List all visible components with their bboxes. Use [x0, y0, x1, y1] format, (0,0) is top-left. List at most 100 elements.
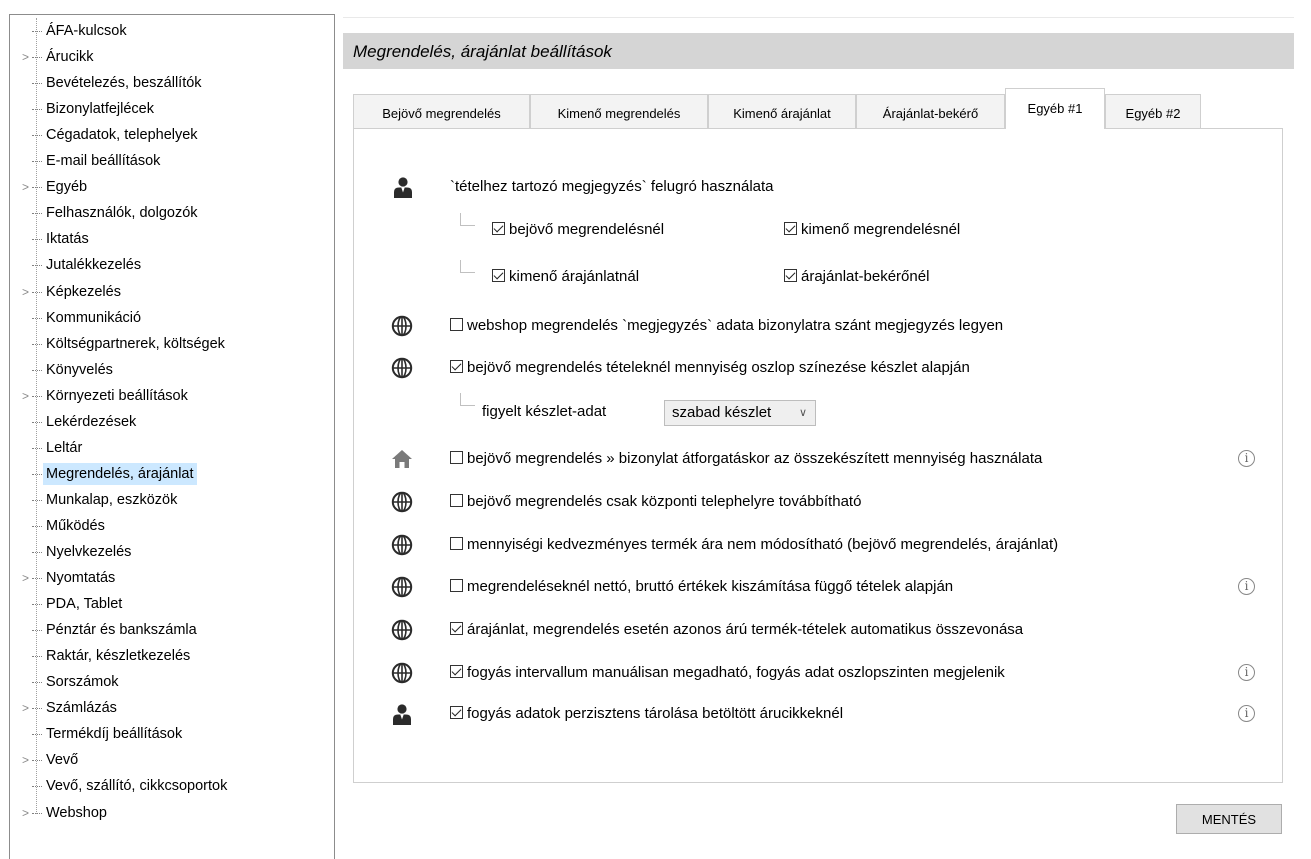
info-icon[interactable]: i	[1238, 705, 1255, 722]
home-icon	[392, 450, 412, 468]
sidebar-item[interactable]: Működés	[10, 515, 330, 537]
setting-row[interactable]: fogyás intervallum manuálisan megadható,…	[450, 661, 1005, 685]
top-divider	[343, 17, 1294, 18]
settings-tree: ÁFA-kulcsok > Árucikk Bevételezés, beszállí…	[9, 14, 335, 859]
setting-row[interactable]: mennyiségi kedvezményes termék ára nem m…	[450, 533, 1058, 557]
sidebar-item[interactable]: Felhasználók, dolgozók	[10, 202, 330, 224]
checkbox-unchecked[interactable]	[450, 494, 463, 507]
sidebar-item[interactable]: Bizonylatfejlécek	[10, 98, 330, 120]
sidebar-item[interactable]: Raktár, készletkezelés	[10, 645, 330, 667]
globe-icon	[391, 576, 413, 598]
sidebar-item-label: Kommunikáció	[46, 309, 142, 326]
sidebar-item[interactable]: > Nyomtatás	[10, 567, 330, 589]
checkbox-unchecked[interactable]	[450, 579, 463, 592]
sub-connector	[460, 260, 475, 273]
sidebar-item[interactable]: > Vevő	[10, 749, 330, 771]
sidebar-item[interactable]: Megrendelés, árajánlat	[10, 462, 330, 485]
stock-data-select[interactable]: szabad készlet ∨	[664, 400, 816, 426]
sidebar-item-label: Sorszámok	[46, 674, 119, 691]
tab-egyeb-1[interactable]: Egyéb #1	[1005, 88, 1105, 129]
sidebar-item[interactable]: > Számlázás	[10, 697, 330, 719]
tree-connector	[32, 265, 42, 267]
tree-connector	[32, 525, 42, 527]
tab-egyeb-2[interactable]: Egyéb #2	[1105, 94, 1201, 128]
tab-kimeno-megrendeles[interactable]: Kimenő megrendelés	[530, 94, 708, 128]
note-popup-option-outgoing[interactable]: kimenő megrendelésnél	[784, 218, 960, 242]
tab-arajanlat-bekero[interactable]: Árajánlat-bekérő	[856, 94, 1005, 128]
sidebar-item[interactable]: PDA, Tablet	[10, 593, 330, 615]
sidebar-item[interactable]: Leltár	[10, 437, 330, 459]
sidebar-item[interactable]: Kommunikáció	[10, 307, 330, 329]
sidebar-item[interactable]: E-mail beállítások	[10, 150, 330, 172]
setting-row[interactable]: árajánlat, megrendelés esetén azonos árú…	[450, 618, 1023, 642]
sidebar-item-label: Környezeti beállítások	[46, 387, 188, 404]
globe-icon	[391, 662, 413, 684]
checkbox-checked[interactable]	[450, 360, 463, 373]
setting-row[interactable]: fogyás adatok perzisztens tárolása betöl…	[450, 702, 843, 726]
setting-row[interactable]: megrendeléseknél nettó, bruttó értékek k…	[450, 575, 953, 599]
sidebar-item[interactable]: Költségpartnerek, költségek	[10, 333, 330, 355]
sidebar-item-label: PDA, Tablet	[46, 596, 123, 613]
sidebar-item-label: Jutalékkezelés	[46, 257, 142, 274]
sidebar-item[interactable]: Vevő, szállító, cikkcsoportok	[10, 775, 330, 797]
sidebar-item-label: Vevő, szállító, cikkcsoportok	[46, 778, 228, 795]
setting-webshop-note[interactable]: webshop megrendelés `megjegyzés` adata b…	[450, 314, 1003, 338]
sidebar-item-label: Raktár, készletkezelés	[46, 648, 191, 665]
setting-qty-coloring[interactable]: bejövő megrendelés tételeknél mennyiség …	[450, 356, 970, 380]
tree-connector	[32, 161, 42, 163]
tree-connector	[32, 447, 42, 449]
globe-icon	[391, 534, 413, 556]
tab-kimeno-arajanlat[interactable]: Kimenő árajánlat	[708, 94, 856, 128]
checkbox-checked[interactable]	[784, 222, 797, 235]
sidebar-item[interactable]: Munkalap, eszközök	[10, 489, 330, 511]
sidebar-item[interactable]: Sorszámok	[10, 671, 330, 693]
sidebar-item[interactable]: Könyvelés	[10, 359, 330, 381]
tree-connector	[32, 473, 42, 475]
tree-connector	[32, 369, 42, 371]
checkbox-checked[interactable]	[450, 665, 463, 678]
note-popup-option-quote-request[interactable]: árajánlat-bekérőnél	[784, 265, 929, 289]
info-icon[interactable]: i	[1238, 664, 1255, 681]
globe-icon	[391, 315, 413, 337]
sidebar-item[interactable]: Cégadatok, telephelyek	[10, 124, 330, 146]
tree-connector	[32, 57, 42, 59]
checkbox-checked[interactable]	[784, 269, 797, 282]
globe-icon	[391, 357, 413, 379]
sidebar-item-label: Egyéb	[46, 179, 88, 196]
sidebar-item[interactable]: Iktatás	[10, 228, 330, 250]
sidebar-item-label: Könyvelés	[46, 361, 113, 378]
note-popup-option-incoming[interactable]: bejövő megrendelésnél	[492, 218, 664, 242]
checkbox-checked[interactable]	[450, 706, 463, 719]
checkbox-unchecked[interactable]	[450, 451, 463, 464]
save-button[interactable]: MENTÉS	[1176, 804, 1282, 834]
note-popup-option-quote[interactable]: kimenő árajánlatnál	[492, 265, 639, 289]
sidebar-item[interactable]: Lekérdezések	[10, 411, 330, 433]
sidebar-item[interactable]: Nyelvkezelés	[10, 541, 330, 563]
sidebar-item[interactable]: Bevételezés, beszállítók	[10, 72, 330, 94]
tree-connector	[32, 135, 42, 137]
sidebar-item[interactable]: Jutalékkezelés	[10, 254, 330, 276]
tab-bejovo-megrendeles[interactable]: Bejövő megrendelés	[353, 94, 530, 128]
checkbox-unchecked[interactable]	[450, 318, 463, 331]
sidebar-item[interactable]: ÁFA-kulcsok	[10, 20, 330, 42]
setting-row[interactable]: bejövő megrendelés csak központi telephe…	[450, 490, 861, 514]
info-icon[interactable]: i	[1238, 578, 1255, 595]
sidebar-item[interactable]: > Webshop	[10, 802, 330, 824]
tree-connector	[32, 31, 42, 32]
checkbox-checked[interactable]	[492, 222, 505, 235]
checkbox-checked[interactable]	[492, 269, 505, 282]
sidebar-item[interactable]: > Képkezelés	[10, 281, 330, 303]
tree-connector	[32, 708, 42, 710]
setting-row[interactable]: bejövő megrendelés » bizonylat átforgatá…	[450, 447, 1042, 471]
checkbox-checked[interactable]	[450, 622, 463, 635]
sidebar-item-label: Munkalap, eszközök	[46, 491, 178, 508]
sidebar-item[interactable]: > Árucikk	[10, 46, 330, 68]
sidebar-item[interactable]: > Egyéb	[10, 176, 330, 198]
sidebar-item[interactable]: Pénztár és bankszámla	[10, 619, 330, 641]
info-icon[interactable]: i	[1238, 450, 1255, 467]
sidebar-item[interactable]: > Környezeti beállítások	[10, 385, 330, 407]
sidebar-item-label: Képkezelés	[46, 283, 121, 300]
checkbox-unchecked[interactable]	[450, 537, 463, 550]
sidebar-item-label: Leltár	[46, 439, 83, 456]
sidebar-item[interactable]: Termékdíj beállítások	[10, 723, 330, 745]
